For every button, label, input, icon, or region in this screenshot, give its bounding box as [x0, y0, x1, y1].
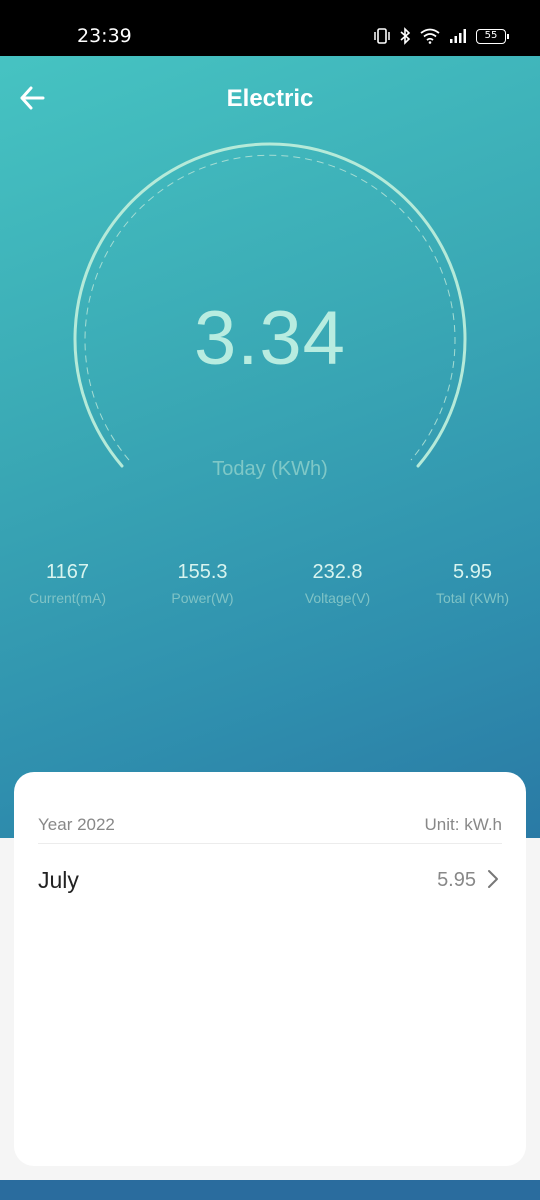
stat-current: 1167 Current(mA): [0, 560, 135, 607]
history-card: Year 2022 Unit: kW.h July 5.95: [14, 772, 526, 1166]
stat-value: 155.3: [177, 561, 228, 583]
stats-row: 1167 Current(mA) 155.3 Power(W) 232.8 Vo…: [0, 560, 540, 620]
stat-voltage: 232.8 Voltage(V): [270, 560, 405, 607]
stat-label: Voltage(V): [304, 590, 371, 606]
bluetooth-icon: [400, 27, 411, 45]
stat-label: Total (KWh): [435, 590, 510, 606]
month-row-july[interactable]: July 5.95: [38, 858, 502, 902]
status-time: 23:39: [77, 25, 132, 47]
stat-total: 5.95 Total (KWh): [405, 560, 540, 607]
stat-value: 1167: [45, 561, 89, 583]
month-value: 5.95: [437, 869, 476, 891]
status-bar: 23:39 55: [0, 0, 540, 56]
page-title: Electric: [226, 85, 314, 112]
stat-label: Power(W): [171, 590, 234, 606]
screen: 23:39 55 Electric 3.34 Today (KWh) 1167 …: [0, 0, 540, 1200]
gauge-value: 3.34: [194, 296, 346, 381]
signal-icon: [450, 29, 466, 43]
stat-label: Current(mA): [28, 590, 106, 606]
vibrate-icon: [374, 28, 390, 44]
stat-value: 5.95: [453, 561, 492, 583]
year-label: Year 2022: [38, 815, 115, 834]
gauge-label: Today (KWh): [212, 458, 328, 480]
wifi-icon: [420, 28, 440, 44]
battery-icon: 55: [476, 28, 509, 44]
month-name: July: [38, 867, 79, 893]
unit-label: Unit: kW.h: [424, 815, 502, 834]
chevron-right-icon: [488, 870, 498, 888]
bottom-strip: [0, 1180, 540, 1200]
stat-power: 155.3 Power(W): [135, 560, 270, 607]
status-icons: 55: [374, 26, 509, 46]
history-header: Year 2022 Unit: kW.h: [38, 812, 502, 844]
stat-value: 232.8: [312, 561, 363, 583]
